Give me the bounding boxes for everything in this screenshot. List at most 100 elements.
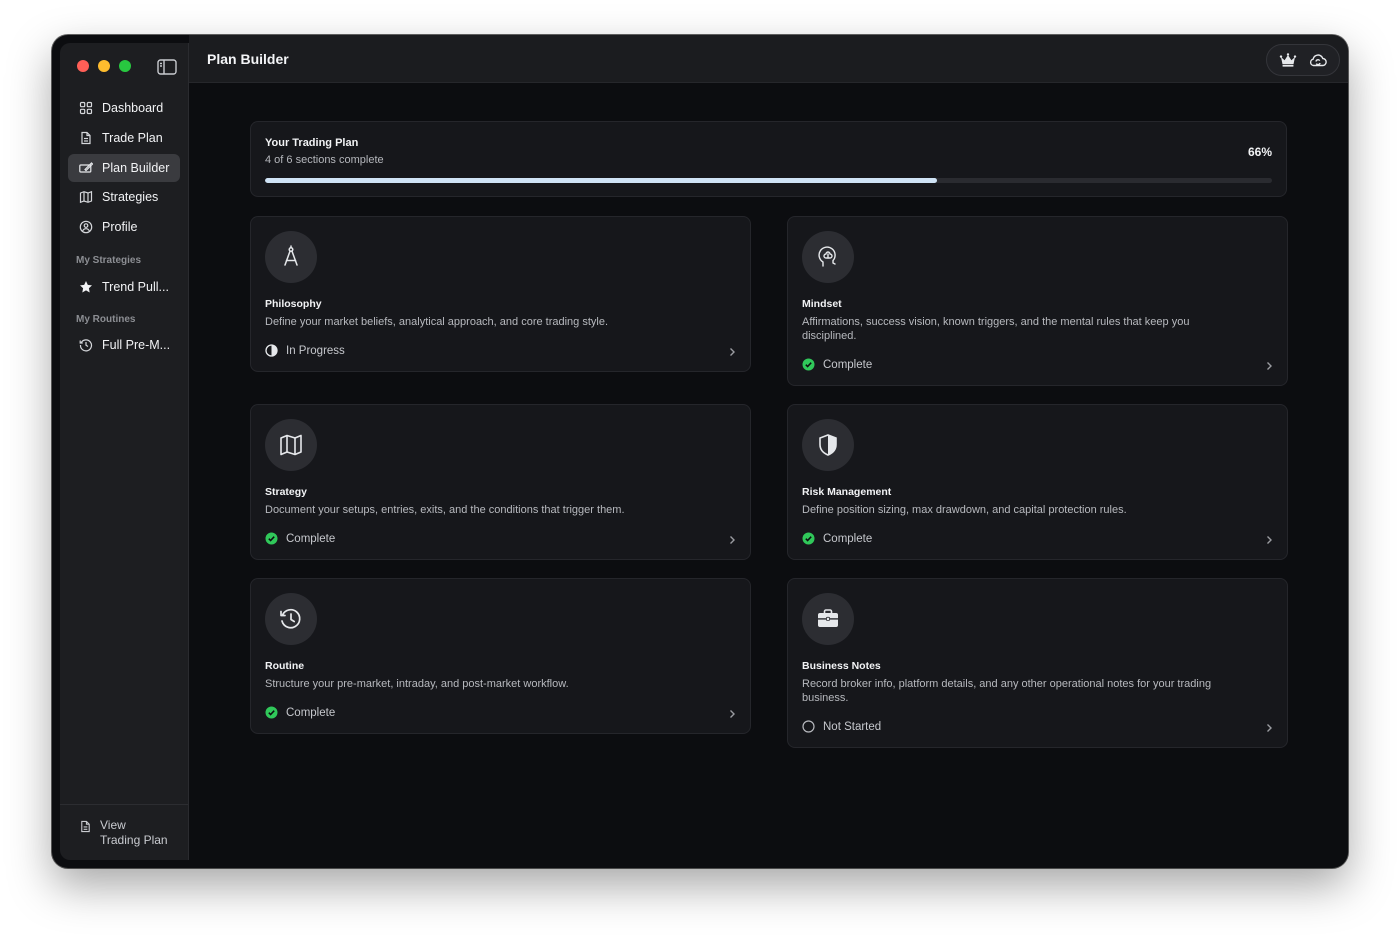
section-card-philosophy[interactable]: Philosophy Define your market beliefs, a… xyxy=(250,216,751,372)
toolbar: Plan Builder xyxy=(189,35,1348,83)
sidebar-item-trade-plan[interactable]: Trade Plan xyxy=(68,124,180,152)
card-icon-wrap xyxy=(265,593,317,645)
chevron-right-icon xyxy=(730,348,735,356)
page-title: Plan Builder xyxy=(207,51,289,67)
card-icon-wrap xyxy=(265,231,317,283)
card-status-label: Complete xyxy=(823,532,873,545)
card-title: Philosophy xyxy=(265,298,322,310)
card-status: Complete xyxy=(802,532,872,545)
card-status-label: In Progress xyxy=(286,344,345,357)
chevron-right-icon xyxy=(1267,724,1272,732)
card-status: Complete xyxy=(265,706,335,719)
card-status: In Progress xyxy=(265,344,345,357)
progress-title: Your Trading Plan xyxy=(265,137,359,149)
chevron-right-icon xyxy=(730,536,735,544)
check-circle-icon xyxy=(265,532,278,545)
minimize-window-button[interactable] xyxy=(98,60,110,72)
card-description: Define your market beliefs, analytical a… xyxy=(265,316,609,328)
card-icon-wrap xyxy=(802,419,854,471)
sidebar-item-label: Trend Pull... xyxy=(102,280,169,294)
card-status: Complete xyxy=(802,358,872,371)
progress-track xyxy=(265,178,1272,183)
cloud-sync-icon[interactable] xyxy=(1308,50,1328,70)
view-plan-line2: Trading Plan xyxy=(100,833,168,847)
sidebar-toggle-icon[interactable] xyxy=(157,59,177,75)
check-circle-icon xyxy=(802,532,815,545)
sidebar: Dashboard Trade Plan Plan Builder Strate… xyxy=(60,43,189,860)
sidebar-item-label: Plan Builder xyxy=(102,160,170,175)
view-plan-line1: View xyxy=(100,818,126,832)
sidebar-item-label: Trade Plan xyxy=(102,130,163,145)
sidebar-item-label: Strategies xyxy=(102,190,159,205)
section-card-routine[interactable]: Routine Structure your pre-market, intra… xyxy=(250,578,751,734)
card-icon-wrap xyxy=(802,231,854,283)
view-trading-plan-button[interactable]: View Trading Plan xyxy=(79,818,168,848)
half-circle-icon xyxy=(265,344,278,357)
crown-icon[interactable] xyxy=(1278,50,1298,70)
sidebar-footer: View Trading Plan xyxy=(60,804,188,860)
card-description: Structure your pre-market, intraday, and… xyxy=(265,678,569,690)
card-title: Business Notes xyxy=(802,660,881,672)
briefcase-icon xyxy=(818,609,838,627)
section-card-strategy[interactable]: Strategy Document your setups, entries, … xyxy=(250,404,751,560)
my-routines-heading: My Routines xyxy=(76,314,136,325)
sidebar-item-plan-builder[interactable]: Plan Builder xyxy=(68,153,180,182)
close-window-button[interactable] xyxy=(77,60,89,72)
card-status-label: Complete xyxy=(286,706,336,719)
history-icon xyxy=(280,608,301,629)
sidebar-item-label: Profile xyxy=(102,220,138,235)
edit-icon xyxy=(79,161,93,173)
card-status: Complete xyxy=(265,532,335,545)
history-icon xyxy=(79,339,93,352)
map-icon xyxy=(280,434,302,456)
toolbar-actions xyxy=(1266,44,1340,76)
card-status-label: Not Started xyxy=(823,720,882,733)
chevron-right-icon xyxy=(1267,362,1272,370)
progress-subtitle: 4 of 6 sections complete xyxy=(265,154,384,166)
main-content: Your Trading Plan 4 of 6 sections comple… xyxy=(189,84,1348,868)
empty-circle-icon xyxy=(802,720,815,733)
sidebar-nav: Dashboard Trade Plan Plan Builder Strate… xyxy=(68,94,180,243)
grid-icon xyxy=(79,101,93,115)
plan-progress-card: Your Trading Plan 4 of 6 sections comple… xyxy=(250,121,1287,197)
document-icon xyxy=(81,131,91,144)
sidebar-item-routine[interactable]: Full Pre-M... xyxy=(68,331,180,359)
zoom-window-button[interactable] xyxy=(119,60,131,72)
card-description: Document your setups, entries, exits, an… xyxy=(265,504,625,516)
progress-percent: 66% xyxy=(1247,145,1272,159)
chevron-right-icon xyxy=(1267,536,1272,544)
brain-head-icon xyxy=(818,246,836,267)
person-circle-icon xyxy=(79,220,93,234)
card-title: Routine xyxy=(265,660,305,672)
check-circle-icon xyxy=(802,358,815,371)
window-controls xyxy=(77,60,131,72)
map-icon xyxy=(79,191,93,204)
card-icon-wrap xyxy=(802,593,854,645)
card-description: Record broker info, platform details, an… xyxy=(802,678,1212,704)
card-icon-wrap xyxy=(265,419,317,471)
sidebar-item-strategies[interactable]: Strategies xyxy=(68,183,180,211)
my-strategies-heading: My Strategies xyxy=(76,255,142,266)
app-window: Dashboard Trade Plan Plan Builder Strate… xyxy=(52,35,1348,868)
star-icon xyxy=(80,281,92,293)
section-card-business-notes[interactable]: Business Notes Record broker info, platf… xyxy=(787,578,1288,748)
card-title: Mindset xyxy=(802,298,842,310)
card-title: Risk Management xyxy=(802,486,892,498)
section-card-mindset[interactable]: Mindset Affirmations, success vision, kn… xyxy=(787,216,1288,386)
progress-fill xyxy=(265,178,937,183)
document-icon xyxy=(81,820,90,833)
card-status-label: Complete xyxy=(286,532,336,545)
shield-icon xyxy=(819,434,837,456)
check-circle-icon xyxy=(265,706,278,719)
sidebar-item-profile[interactable]: Profile xyxy=(68,213,180,241)
sidebar-item-dashboard[interactable]: Dashboard xyxy=(68,94,180,122)
sidebar-item-label: Full Pre-M... xyxy=(102,338,171,352)
sidebar-item-label: Dashboard xyxy=(102,101,164,115)
card-description: Define position sizing, max drawdown, an… xyxy=(802,504,1127,516)
sidebar-item-strategy[interactable]: Trend Pull... xyxy=(68,273,180,301)
card-status-label: Complete xyxy=(823,358,873,371)
card-description: Affirmations, success vision, known trig… xyxy=(802,316,1190,342)
card-status: Not Started xyxy=(802,720,881,733)
section-card-risk-management[interactable]: Risk Management Define position sizing, … xyxy=(787,404,1288,560)
chevron-right-icon xyxy=(730,710,735,718)
